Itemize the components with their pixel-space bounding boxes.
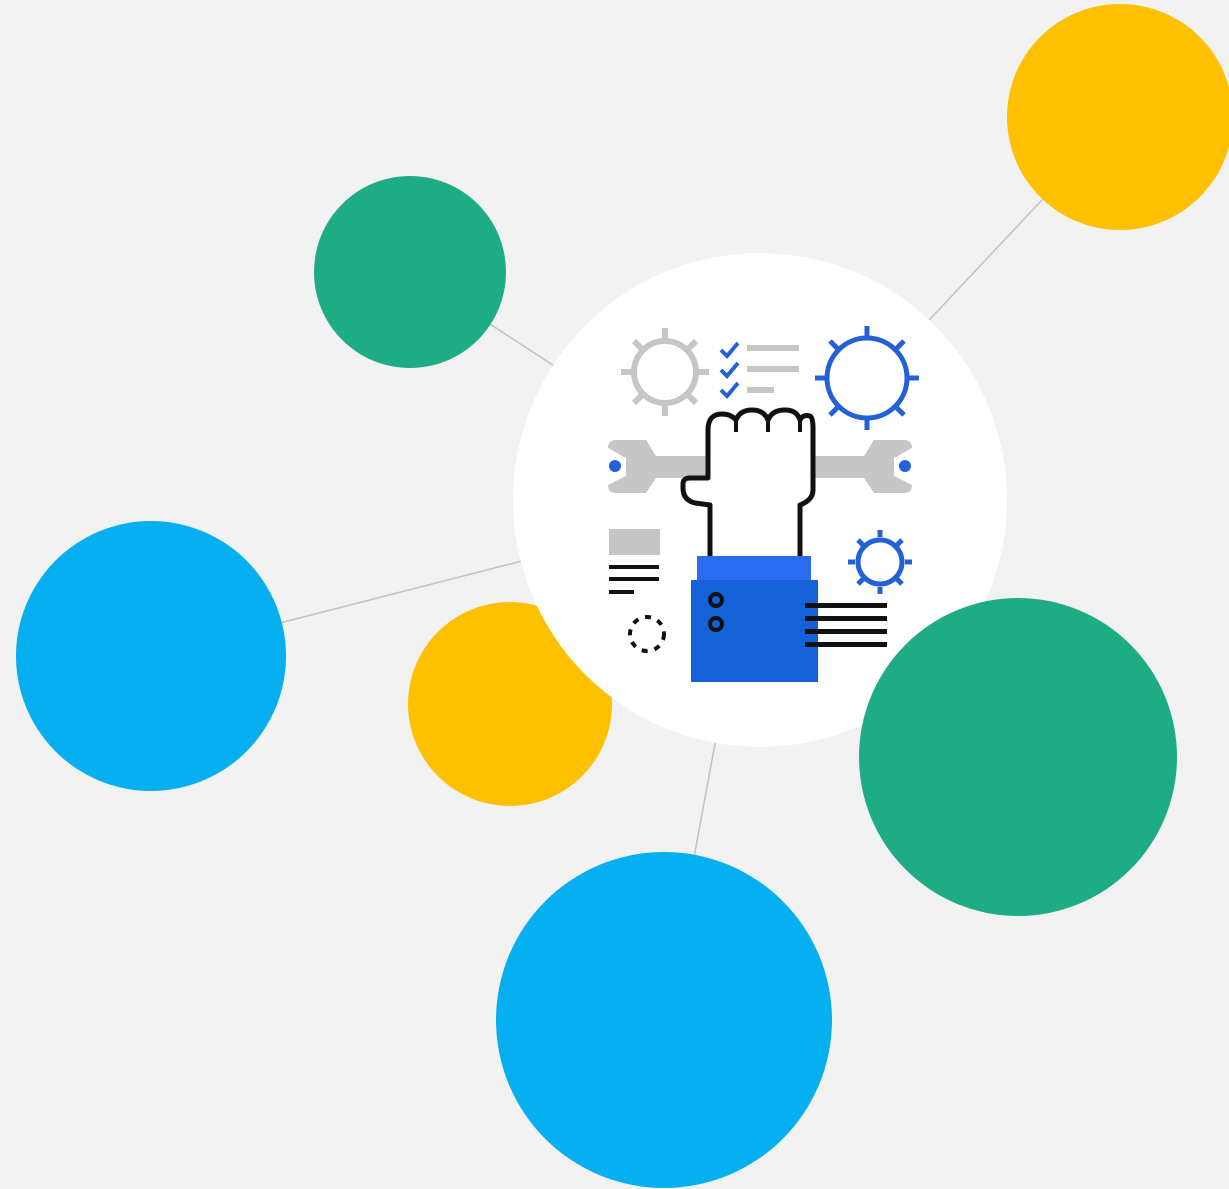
node-blue-bottom	[496, 852, 832, 1188]
node-green-top-left	[314, 176, 506, 368]
network-illustration	[0, 0, 1229, 1189]
node-yellow-top-right	[1007, 4, 1229, 230]
node-blue-left	[16, 521, 286, 791]
node-green-right	[859, 598, 1177, 916]
shirt-sleeve-icon	[691, 556, 818, 682]
